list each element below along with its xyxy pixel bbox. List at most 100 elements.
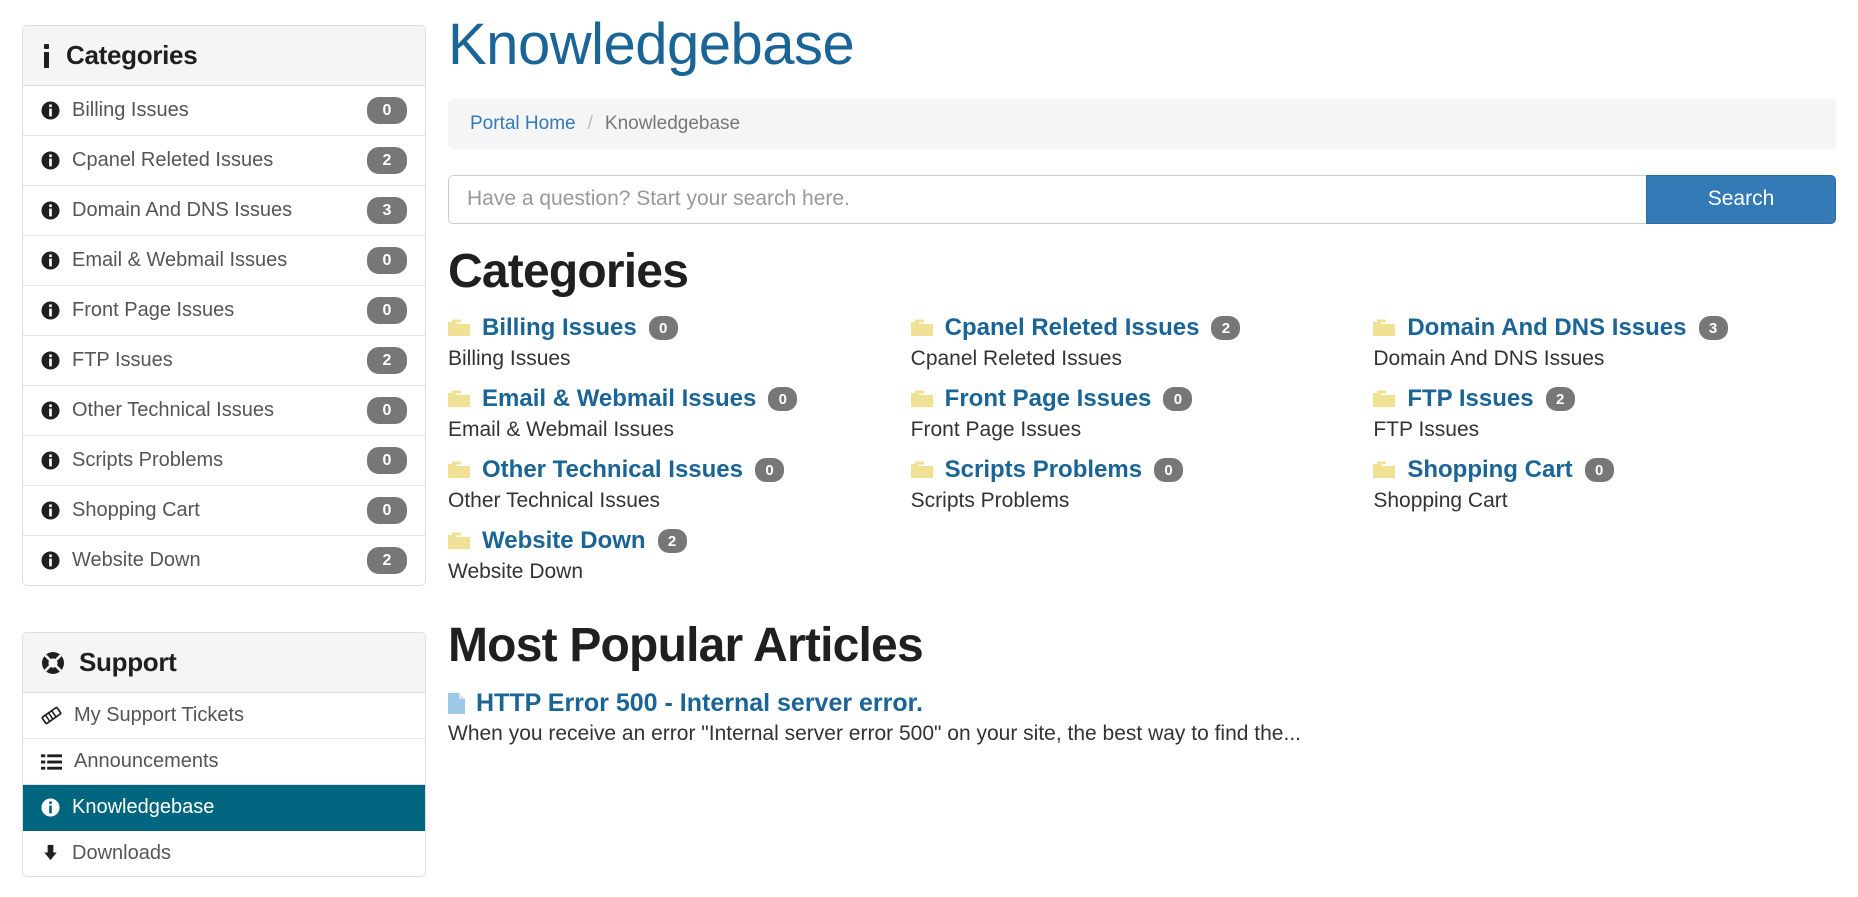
sidebar-item-front-page-issues[interactable]: Front Page Issues 0	[23, 286, 425, 336]
page-title: Knowledgebase	[448, 12, 855, 77]
category-description: Billing Issues	[448, 347, 571, 371]
sidebar-item-label: My Support Tickets	[74, 704, 245, 726]
sidebar-item-label: Scripts Problems	[72, 449, 224, 471]
category-header: Shopping Cart 0	[1373, 456, 1818, 484]
category-header: Front Page Issues 0	[910, 385, 1356, 413]
category-cell: Shopping Cart 0 Shopping Cart	[1373, 456, 1836, 527]
category-link[interactable]: Domain And DNS Issues	[1407, 314, 1686, 342]
lifebuoy-icon	[41, 651, 65, 675]
category-header: Cpanel Releted Issues 2	[910, 314, 1356, 342]
info-circle-icon	[41, 501, 60, 520]
sidebar-item-label: FTP Issues	[72, 349, 173, 371]
info-circle-icon	[41, 151, 60, 170]
sidebar-item-downloads[interactable]: Downloads	[23, 831, 425, 876]
download-icon	[41, 844, 60, 863]
sidebar-item-label: Announcements	[74, 750, 219, 772]
category-header: Email & Webmail Issues 0	[448, 385, 893, 413]
category-header: FTP Issues 2	[1373, 385, 1818, 413]
category-link[interactable]: Other Technical Issues	[482, 456, 743, 484]
folder-icon	[910, 319, 933, 337]
categories-grid: Billing Issues 0 Billing Issues Cpanel R…	[448, 314, 1836, 598]
category-description: Scripts Problems	[910, 489, 1070, 513]
category-link[interactable]: Email & Webmail Issues	[482, 385, 756, 413]
category-link[interactable]: Shopping Cart	[1407, 456, 1572, 484]
info-circle-icon	[41, 251, 60, 270]
sidebar-item-domain-and-dns-issues[interactable]: Domain And DNS Issues 3	[23, 186, 425, 236]
sidebar-item-other-technical-issues[interactable]: Other Technical Issues 0	[23, 386, 425, 436]
article-link[interactable]: HTTP Error 500 - Internal server error.	[476, 689, 923, 718]
sidebar-item-website-down[interactable]: Website Down 2	[23, 536, 425, 585]
info-circle-icon	[41, 101, 60, 120]
category-link[interactable]: Billing Issues	[482, 314, 637, 342]
folder-icon	[1373, 390, 1396, 408]
category-count-badge: 0	[1154, 458, 1184, 483]
article-header: HTTP Error 500 - Internal server error.	[448, 689, 1836, 718]
sidebar-item-label: Email & Webmail Issues	[72, 249, 288, 271]
knowledgebase-search-form: Search	[448, 174, 1836, 224]
info-circle-icon	[41, 201, 60, 220]
info-circle-icon	[41, 301, 60, 320]
knowledgebase-page: Categories Billing Issues 0 Cpanel Relet…	[0, 0, 1858, 897]
category-header: Other Technical Issues 0	[448, 456, 893, 484]
category-cell: Email & Webmail Issues 0 Email & Webmail…	[448, 385, 911, 456]
category-count-badge: 0	[1163, 387, 1193, 412]
sidebar-item-ftp-issues[interactable]: FTP Issues 2	[23, 336, 425, 386]
breadcrumb-separator: /	[587, 112, 593, 134]
category-cell: Cpanel Releted Issues 2 Cpanel Releted I…	[910, 314, 1374, 385]
category-count-badge: 0	[755, 458, 784, 483]
popular-articles-section-title: Most Popular Articles	[448, 619, 924, 673]
category-header: Billing Issues 0	[448, 314, 893, 342]
article-item: HTTP Error 500 - Internal server error. …	[448, 689, 1836, 746]
category-count-badge: 0	[367, 297, 407, 324]
sidebar-item-my-support-tickets[interactable]: My Support Tickets	[23, 693, 425, 739]
sidebar-item-cpanel-releted-issues[interactable]: Cpanel Releted Issues 2	[23, 136, 425, 186]
category-count-badge: 0	[367, 397, 407, 424]
info-circle-icon	[41, 351, 60, 370]
category-description: Cpanel Releted Issues	[910, 347, 1122, 371]
category-link[interactable]: FTP Issues	[1407, 385, 1533, 413]
folder-icon	[448, 461, 470, 479]
info-circle-icon	[41, 451, 60, 470]
search-button[interactable]: Search	[1646, 174, 1836, 224]
category-count-badge: 0	[367, 247, 407, 274]
category-count-badge: 2	[367, 347, 407, 374]
category-description: Other Technical Issues	[448, 489, 661, 513]
sidebar-item-email-webmail-issues[interactable]: Email & Webmail Issues 0	[23, 236, 425, 286]
sidebar-item-knowledgebase[interactable]: Knowledgebase	[23, 785, 425, 831]
sidebar-item-billing-issues[interactable]: Billing Issues 0	[23, 86, 425, 136]
sidebar-item-label: Domain And DNS Issues	[72, 199, 293, 221]
sidebar: Categories Billing Issues 0 Cpanel Relet…	[0, 0, 448, 877]
category-link[interactable]: Website Down	[482, 527, 646, 555]
folder-icon	[1373, 319, 1396, 337]
sidebar-item-shopping-cart[interactable]: Shopping Cart 0	[23, 486, 425, 536]
category-link[interactable]: Scripts Problems	[945, 456, 1142, 484]
sidebar-item-scripts-problems[interactable]: Scripts Problems 0	[23, 436, 425, 486]
category-link[interactable]: Cpanel Releted Issues	[945, 314, 1200, 342]
breadcrumb-current: Knowledgebase	[604, 112, 741, 134]
search-input[interactable]	[448, 174, 1646, 224]
ticket-icon	[41, 705, 62, 726]
category-count-badge: 2	[657, 529, 687, 554]
category-link[interactable]: Front Page Issues	[945, 385, 1152, 413]
category-cell: Other Technical Issues 0 Other Technical…	[448, 456, 911, 527]
category-description: Email & Webmail Issues	[448, 418, 675, 442]
category-count-badge: 2	[367, 147, 407, 174]
folder-icon	[448, 319, 470, 337]
category-description: Front Page Issues	[910, 418, 1082, 442]
categories-section-title: Categories	[448, 244, 689, 298]
folder-icon	[448, 532, 470, 550]
category-count-badge: 0	[1584, 458, 1614, 483]
categories-panel: Categories Billing Issues 0 Cpanel Relet…	[22, 25, 426, 586]
category-cell: Front Page Issues 0 Front Page Issues	[910, 385, 1374, 456]
category-count-badge: 2	[367, 547, 407, 574]
info-icon	[41, 43, 52, 68]
breadcrumb: Portal Home / Knowledgebase	[448, 98, 1836, 149]
category-cell: FTP Issues 2 FTP Issues	[1373, 385, 1836, 456]
info-circle-icon	[41, 798, 60, 817]
main-content: Knowledgebase Portal Home / Knowledgebas…	[448, 0, 1858, 746]
category-count-badge: 2	[1211, 316, 1241, 341]
categories-panel-heading: Categories	[23, 26, 425, 86]
breadcrumb-portal-home-link[interactable]: Portal Home	[470, 113, 576, 135]
sidebar-item-label: Billing Issues	[72, 99, 189, 121]
sidebar-item-announcements[interactable]: Announcements	[23, 739, 425, 785]
